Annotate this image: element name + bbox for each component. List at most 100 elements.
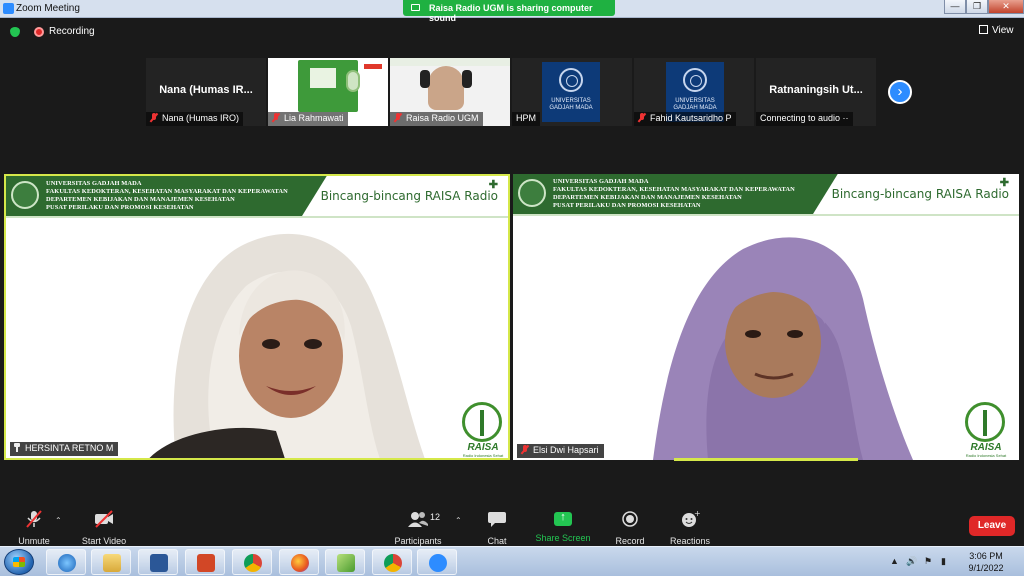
clock-date: 9/1/2022: [968, 563, 1004, 573]
microphone-icon: [346, 70, 360, 92]
taskbar-word[interactable]: [138, 549, 178, 575]
participant-tile[interactable]: Ratnaningsih Ut... Connecting to audio ·…: [756, 58, 876, 126]
headphone-icon: [462, 70, 472, 88]
internet-explorer-icon: [58, 554, 76, 572]
minimize-button[interactable]: —: [944, 0, 966, 14]
video-panel-speaker[interactable]: UNIVERSITAS GADJAH MADA FAKULTAS KEDOKTE…: [4, 174, 510, 460]
sharing-sound-text: Raisa Radio UGM is sharing computer soun…: [429, 3, 593, 23]
recording-icon: [34, 27, 44, 37]
show-hidden-icons[interactable]: ▲: [890, 556, 899, 566]
word-icon: [150, 554, 168, 572]
scroll-indicator: [674, 458, 858, 461]
participant-photo: [428, 66, 464, 110]
participant-caption: Nana (Humas IRO): [146, 112, 244, 126]
chat-icon: [488, 512, 506, 527]
taskbar-file-explorer[interactable]: [91, 549, 131, 575]
speaker-video-feed: [149, 233, 425, 458]
share-screen-button[interactable]: Share Screen: [534, 510, 592, 543]
mic-muted-icon: [638, 113, 646, 122]
mic-muted-icon: [26, 510, 42, 528]
taskbar-chrome[interactable]: [232, 549, 272, 575]
taskbar-zoom[interactable]: [417, 549, 457, 575]
close-button[interactable]: ✕: [988, 0, 1024, 14]
participants-count: 12: [430, 512, 441, 522]
window-title: Zoom Meeting: [16, 3, 80, 14]
record-button[interactable]: Record: [612, 510, 648, 546]
zoom-icon: [429, 554, 447, 572]
green-app-icon: [337, 554, 355, 572]
next-page-arrow[interactable]: ›: [888, 80, 912, 104]
maximize-button[interactable]: ❐: [966, 0, 988, 14]
spotlight-pin-icon: [14, 443, 20, 452]
ugm-emblem-icon: [11, 181, 39, 209]
leave-button[interactable]: Leave: [969, 516, 1015, 536]
participant-display-name: Ratnaningsih Ut...: [769, 84, 863, 96]
clock-time: 3:06 PM: [969, 551, 1003, 561]
share-screen-icon: [554, 511, 572, 526]
raisa-logo: RAISA Radio Indonesia Sehat: [959, 402, 1013, 458]
video-off-icon: [95, 510, 113, 528]
program-title: Bincang-bincang RAISA Radio: [320, 189, 498, 203]
sharing-sound-banner[interactable]: Raisa Radio UGM is sharing computer soun…: [403, 0, 615, 23]
mic-muted-icon: [394, 113, 402, 122]
unmute-button[interactable]: Unmute: [14, 510, 54, 546]
mic-muted-icon: [521, 445, 529, 454]
participant-tile[interactable]: Lia Rahmawati: [268, 58, 388, 126]
audio-options-caret[interactable]: ⌃: [55, 516, 62, 525]
monitor-icon: [411, 4, 420, 11]
system-clock[interactable]: 3:06 PM 9/1/2022: [962, 550, 1010, 574]
participant-tile[interactable]: UNIVERSITAS GADJAH MADA Fahid Kautsaridh…: [634, 58, 754, 126]
participant-caption: Fahid Kautsaridho P: [634, 112, 736, 126]
participant-tile[interactable]: Nana (Humas IR... Nana (Humas IRO): [146, 58, 266, 126]
windows-taskbar: ▲ 🔊 ⚑ ▮ 3:06 PM 9/1/2022: [0, 546, 1024, 576]
volume-icon[interactable]: 🔊: [906, 556, 917, 567]
folder-icon: [103, 554, 121, 572]
chat-button[interactable]: Chat: [481, 510, 513, 546]
participant-tile[interactable]: UNIVERSITAS GADJAH MADA HPM: [512, 58, 632, 126]
taskbar-internet-explorer[interactable]: [46, 549, 86, 575]
video-panel-participant[interactable]: UNIVERSITAS GADJAH MADA FAKULTAS KEDOKTE…: [513, 174, 1019, 460]
start-video-button[interactable]: Start Video: [78, 510, 130, 546]
taskbar-powerpoint[interactable]: [185, 549, 225, 575]
network-icon[interactable]: ▮: [941, 556, 946, 567]
ugm-logo: UNIVERSITAS GADJAH MADA: [542, 62, 600, 122]
taskbar-chrome-profile[interactable]: [372, 549, 412, 575]
reactions-button[interactable]: + Reactions: [668, 509, 712, 546]
taskbar-firefox[interactable]: [279, 549, 319, 575]
headphone-icon: [420, 70, 430, 88]
slide-screen: [310, 68, 336, 88]
participants-options-caret[interactable]: ⌃: [455, 516, 462, 525]
mic-muted-icon: [150, 113, 158, 122]
participant-caption: Connecting to audio ··: [756, 112, 853, 126]
program-banner: UNIVERSITAS GADJAH MADA FAKULTAS KEDOKTE…: [513, 174, 1019, 214]
start-button[interactable]: [4, 549, 34, 575]
firefox-icon: [291, 554, 309, 572]
participant-name-tag: Elsi Dwi Hapsari: [517, 444, 604, 458]
ugm-logo-text: UNIVERSITAS GADJAH MADA: [549, 98, 593, 111]
reactions-icon: +: [682, 509, 701, 527]
security-shield-icon[interactable]: [10, 27, 20, 37]
ugm-seal-icon: [559, 68, 583, 92]
view-button[interactable]: View: [979, 25, 1014, 39]
view-label: View: [992, 25, 1014, 36]
recording-label[interactable]: Recording: [49, 26, 95, 37]
mic-muted-icon: [272, 113, 280, 122]
raisa-logo: RAISA Radio Indonesia Sehat: [456, 402, 508, 458]
video-header-strip: [390, 58, 510, 66]
ugm-logo-text: UNIVERSITAS GADJAH MADA: [673, 98, 717, 111]
participant-name-tag: HERSINTA RETNO M: [10, 442, 119, 456]
gallery-grid-icon: [979, 25, 988, 34]
participants-icon: [408, 512, 428, 527]
zoom-app-icon: [3, 3, 14, 14]
zoom-window: Zoom Meeting — ❐ ✕ Raisa Radio UGM is sh…: [0, 0, 1024, 576]
chrome-icon: [244, 554, 262, 572]
participant-caption: HPM: [512, 112, 540, 126]
action-center-flag-icon[interactable]: ⚑: [924, 556, 932, 567]
record-icon: [622, 511, 638, 527]
chrome-icon: [384, 554, 402, 572]
taskbar-green-app[interactable]: [325, 549, 365, 575]
participant-tile[interactable]: Raisa Radio UGM: [390, 58, 510, 126]
slide-tag: [364, 64, 382, 69]
institution-text: UNIVERSITAS GADJAH MADA FAKULTAS KEDOKTE…: [553, 178, 795, 209]
program-title: Bincang-bincang RAISA Radio: [831, 187, 1009, 201]
